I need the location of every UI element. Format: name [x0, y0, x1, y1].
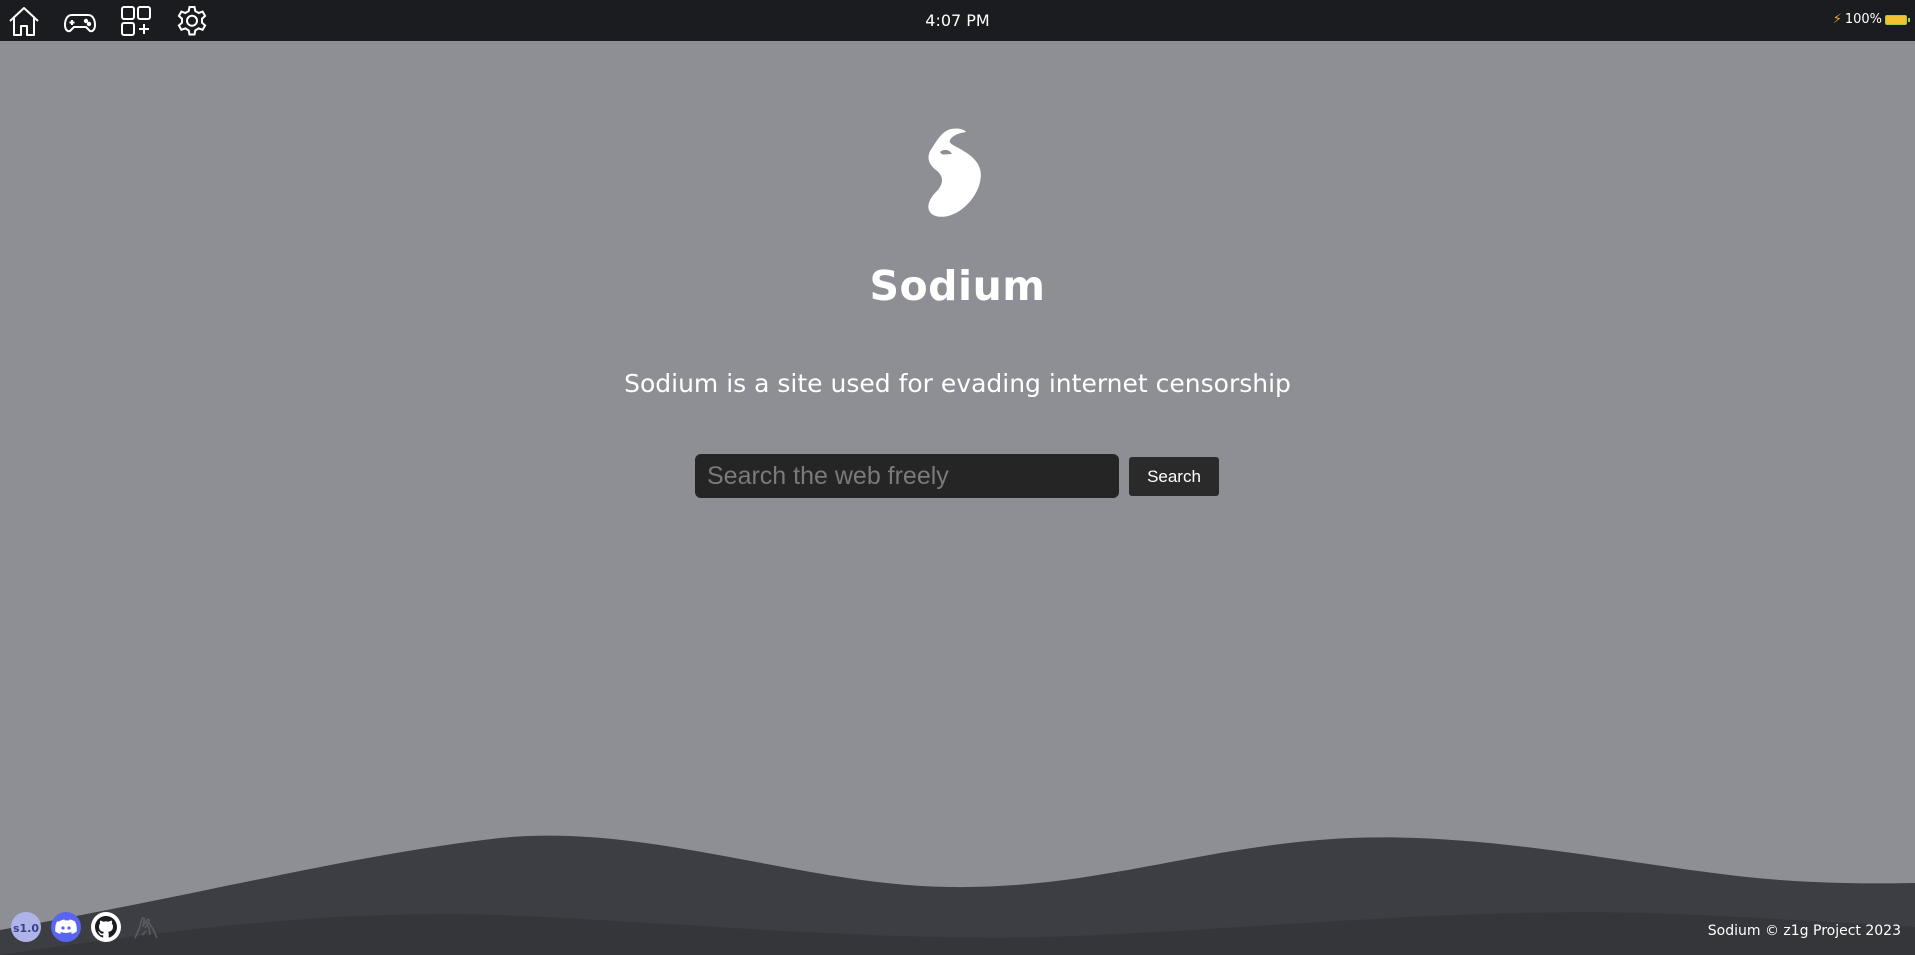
sodium-logo-icon: [922, 126, 990, 222]
discord-icon[interactable]: [50, 911, 82, 943]
charging-icon: ⚡: [1832, 12, 1842, 27]
battery-icon: [1885, 14, 1910, 25]
search-input[interactable]: [695, 454, 1119, 498]
clock: 4:07 PM: [925, 11, 990, 30]
github-icon[interactable]: [90, 911, 122, 943]
partner-badge-icon[interactable]: s1.0: [10, 911, 42, 943]
wave-decoration: [0, 835, 1915, 955]
battery-percent: 100%: [1844, 12, 1882, 27]
search-button[interactable]: Search: [1129, 457, 1219, 496]
hands-icon[interactable]: [130, 911, 162, 943]
battery-indicator: ⚡ 100%: [1832, 12, 1910, 27]
copyright-text: Sodium © z1g Project 2023: [1707, 923, 1901, 939]
footer-links: s1.0: [10, 911, 162, 943]
top-bar: 4:07 PM ⚡ 100%: [0, 0, 1915, 41]
tagline: Sodium is a site used for evading intern…: [624, 369, 1291, 398]
svg-text:s1.0: s1.0: [13, 922, 39, 935]
site-title: Sodium: [869, 262, 1046, 310]
